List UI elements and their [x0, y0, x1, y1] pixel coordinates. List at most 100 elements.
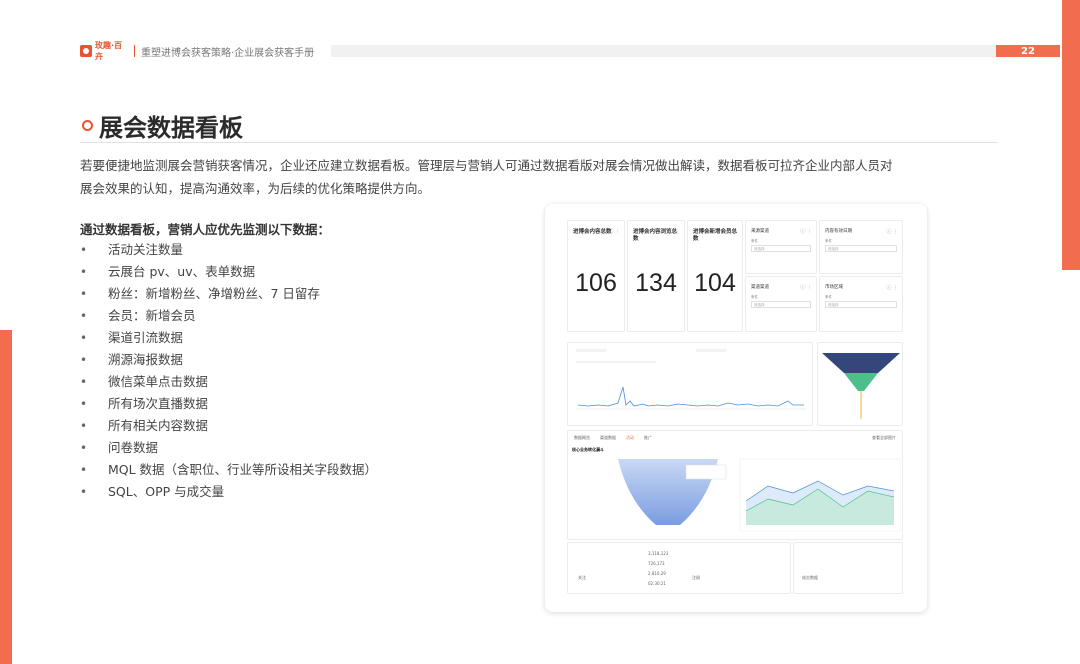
header-title: 重塑进博会获客策略·企业展会获客手册 [141, 47, 315, 59]
logo-icon [80, 45, 92, 57]
filter-select[interactable]: 请选择 [751, 301, 811, 308]
filter-sub: 条件 [751, 295, 758, 299]
filter-title: 来源渠道 [751, 229, 769, 234]
list-item: • 粉丝：新增粉丝、净增粉丝、7 日留存 [80, 283, 377, 305]
list-item-text: 微信菜单点击数据 [108, 374, 209, 389]
line-chart-card [567, 342, 813, 426]
logo: 玫趣·百卉 [80, 40, 130, 62]
funnel-top [822, 353, 900, 373]
filter-sub: 条件 [751, 239, 758, 243]
kpi-menu-icon: ⓘ ⋮ [726, 229, 738, 235]
decorative-bar-left [0, 330, 12, 664]
list-item: • 活动关注数量 [80, 239, 377, 261]
bullet-icon: • [80, 243, 88, 257]
bullet-icon: • [80, 353, 88, 367]
list-item: • MQL 数据（含职位、行业等所设相关字段数据） [80, 459, 377, 481]
logo-text: 玫趣·百卉 [94, 41, 123, 61]
page-header: 玫趣·百卉 重塑进博会获客策略·企业展会获客手册 22 [80, 40, 1060, 62]
conversion-charts [618, 458, 901, 532]
bullet-icon: • [80, 397, 88, 411]
filter-menu-icon: ⓘ ⋮ [886, 229, 898, 235]
kpi-card: 进博会内容总数 ⓘ ⋮ 106 [567, 220, 625, 332]
section-title: 展会数据看板 [99, 114, 243, 142]
stat-value: 726,173 [648, 561, 665, 566]
bullet-icon: • [80, 419, 88, 433]
bullet-icon: • [80, 463, 88, 477]
filter-card: 内容有效日期 ⓘ ⋮ 条件 请选择 [819, 220, 903, 274]
intro-line-1: 若要便捷地监测展会营销获客情况，企业还应建立数据看板。管理层与营销人可通过数据看… [80, 158, 893, 173]
filter-title: 市场区域 [825, 285, 843, 290]
conversion-panel: 数据概览 渠道数据 活动 推广 查看全部图片 核心业务转化漏斗 [567, 430, 903, 540]
list-item: • 会员：新增会员 [80, 305, 377, 327]
intro-paragraph: 若要便捷地监测展会营销获客情况，企业还应建立数据看板。管理层与营销人可通过数据看… [80, 154, 980, 200]
list-item-text: 溯源海报数据 [108, 352, 184, 367]
list-item: • 所有场次直播数据 [80, 393, 377, 415]
stats-card: 成交数据 [793, 542, 903, 594]
list-item-text: MQL 数据（含职位、行业等所设相关字段数据） [108, 462, 378, 477]
kpi-value: 104 [694, 269, 736, 297]
kpi-card: 进博会内容浏览总数 ⓘ ⋮ 134 [627, 220, 685, 332]
list-item: • 云展台 pv、uv、表单数据 [80, 261, 377, 283]
list-item-text: 所有场次直播数据 [108, 396, 209, 411]
funnel-tooltip [685, 464, 727, 480]
header-rule [331, 45, 996, 57]
list-item: • 所有相关内容数据 [80, 415, 377, 437]
kpi-menu-icon: ⓘ ⋮ [668, 229, 680, 235]
list-item: • SQL、OPP 与成交量 [80, 481, 377, 503]
list-item-text: SQL、OPP 与成交量 [108, 484, 225, 499]
filter-title: 渠道渠道 [751, 285, 769, 290]
filter-select[interactable]: 请选择 [751, 245, 811, 252]
list-item: • 渠道引流数据 [80, 327, 377, 349]
list-item: • 问卷数据 [80, 437, 377, 459]
filter-card: 市场区域 ⓘ ⋮ 条件 请选择 [819, 276, 903, 332]
filter-select[interactable]: 请选择 [825, 245, 897, 252]
page-number: 22 [996, 45, 1060, 57]
intro-line-2: 展会效果的认知，提高沟通效率，为后续的优化策略提供方向。 [80, 181, 431, 196]
dashboard-screenshot: 进博会内容总数 ⓘ ⋮ 106 进博会内容浏览总数 ⓘ ⋮ 134 进博会新增会… [545, 204, 927, 612]
list-item-text: 会员：新增会员 [108, 308, 196, 323]
filter-select[interactable]: 请选择 [825, 301, 897, 308]
list-item-text: 所有相关内容数据 [108, 418, 209, 433]
list-item: • 微信菜单点击数据 [80, 371, 377, 393]
decorative-bar-right [1062, 0, 1080, 270]
kpi-value: 106 [575, 269, 617, 297]
kpi-card: 进博会新增会员总数 ⓘ ⋮ 104 [687, 220, 743, 332]
filter-menu-icon: ⓘ ⋮ [800, 229, 812, 235]
kpi-menu-icon: ⓘ ⋮ [608, 229, 620, 235]
funnel-bottom [844, 373, 878, 391]
bullet-icon: • [80, 287, 88, 301]
line-series [577, 386, 804, 407]
bullet-icon: • [80, 485, 88, 499]
line-chart [576, 386, 806, 410]
bullet-icon: • [80, 309, 88, 323]
bullet-icon: • [80, 441, 88, 455]
filter-card: 渠道渠道 ⓘ ⋮ 条件 请选择 [745, 276, 817, 332]
bullet-icon: • [80, 375, 88, 389]
section-heading: 展会数据看板 [82, 108, 243, 143]
bullet-icon: • [80, 265, 88, 279]
stat-label: 注册 [692, 575, 700, 580]
list-item-text: 活动关注数量 [108, 242, 184, 257]
kpi-value: 134 [635, 269, 677, 297]
filter-sub: 条件 [825, 295, 832, 299]
bullet-icon: • [80, 331, 88, 345]
list-item-text: 云展台 pv、uv、表单数据 [108, 264, 256, 279]
list-item-text: 粉丝：新增粉丝、净增粉丝、7 日留存 [108, 286, 320, 301]
filter-menu-icon: ⓘ ⋮ [886, 285, 898, 291]
list-item-text: 渠道引流数据 [108, 330, 184, 345]
list-heading: 通过数据看板，营销人应优先监测以下数据： [80, 222, 331, 237]
filter-card: 来源渠道 ⓘ ⋮ 条件 请选择 [745, 220, 817, 274]
funnel-card [817, 342, 903, 426]
filter-title: 内容有效日期 [825, 229, 852, 234]
funnel-chart [822, 353, 900, 419]
stat-value: 2,810,29 [648, 571, 666, 576]
header-divider [134, 45, 135, 57]
stats-card: 关注 3,118,123 726,173 2,810,29 02:30:21 注… [567, 542, 791, 594]
stat-value: 3,118,123 [648, 551, 669, 556]
title-divider [80, 142, 998, 143]
list-item-text: 问卷数据 [108, 440, 159, 455]
stat-label: 关注 [578, 575, 586, 580]
list-item: • 溯源海报数据 [80, 349, 377, 371]
metric-list: • 活动关注数量 • 云展台 pv、uv、表单数据 • 粉丝：新增粉丝、净增粉丝、7 日留… [80, 239, 377, 503]
stat-label: 成交数据 [802, 575, 818, 580]
